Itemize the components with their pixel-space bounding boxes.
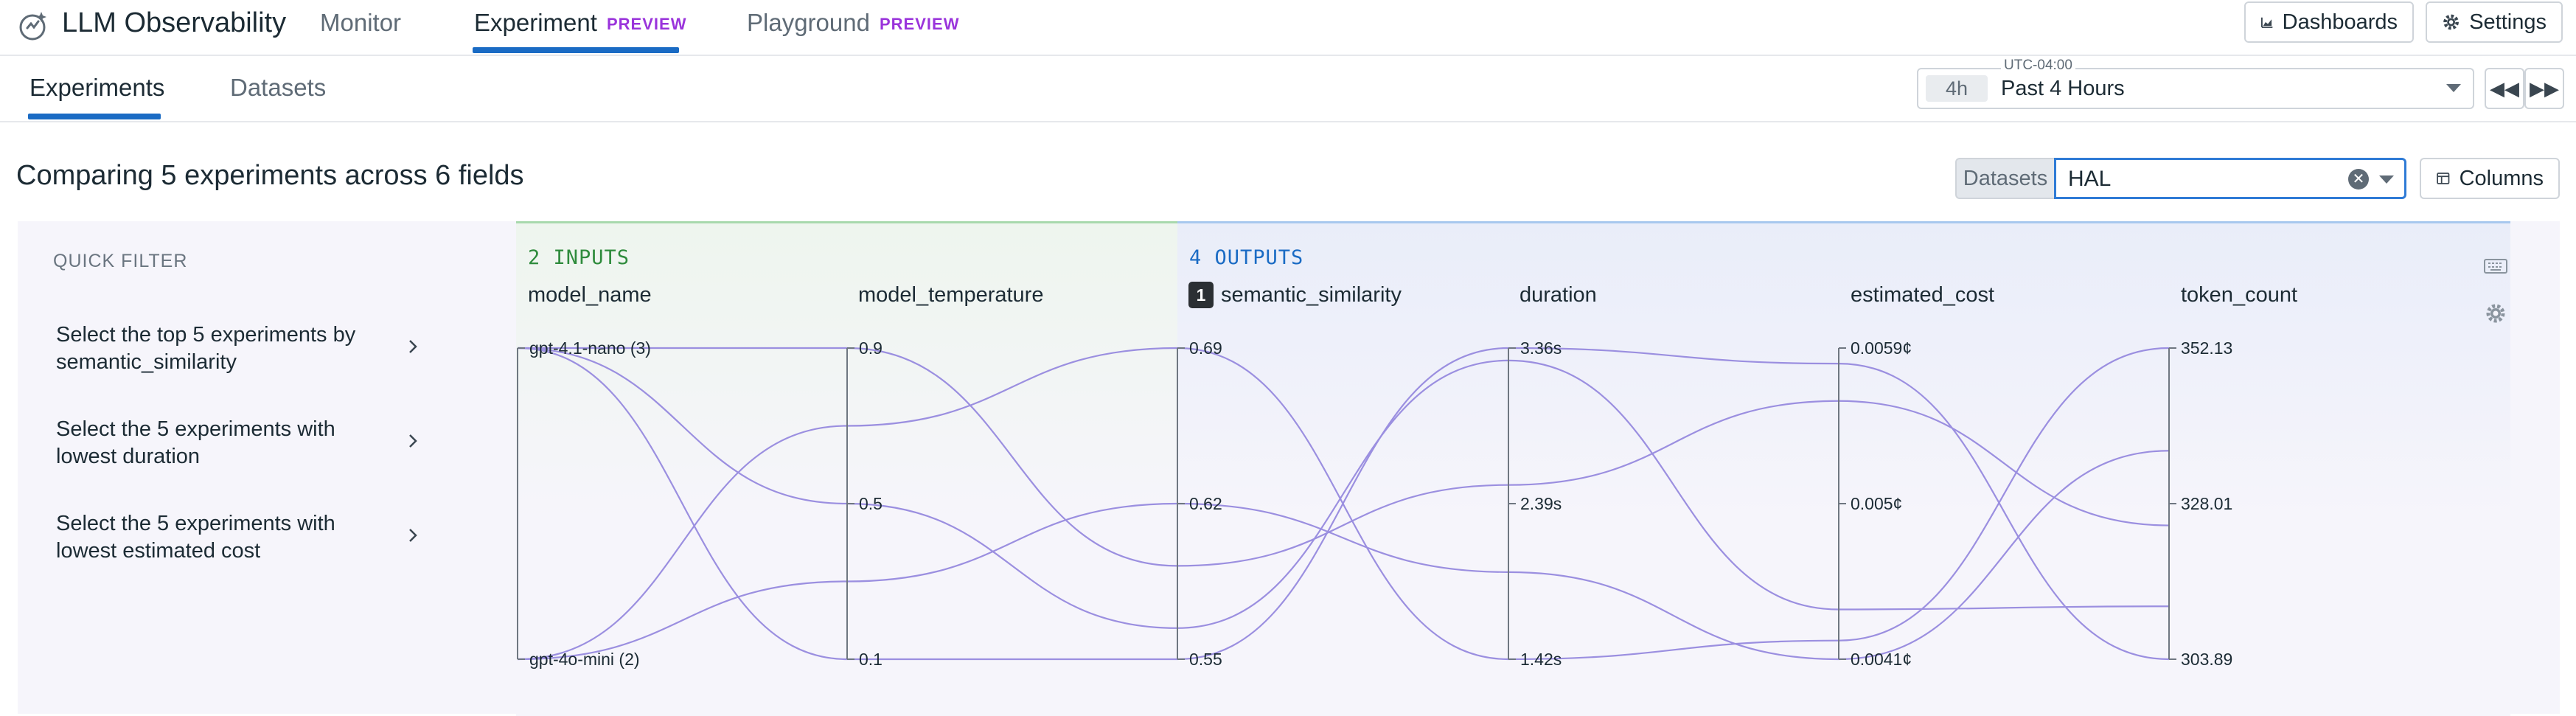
axis-tick-label: 2.39s	[1520, 494, 1562, 513]
axis-tick-label: 0.1	[859, 650, 883, 669]
experiment-line[interactable]	[518, 347, 2170, 567]
axis-tick-label: 0.69	[1189, 338, 1222, 358]
axis-tick-label: 0.55	[1189, 650, 1222, 669]
experiment-line[interactable]	[517, 347, 2170, 629]
axis-tick-label: 0.005¢	[1851, 494, 1902, 513]
axis-tick-label: 352.13	[2181, 338, 2232, 358]
axis-tick-label: 0.9	[859, 338, 883, 358]
axis-tick-label: 3.36s	[1520, 338, 1562, 358]
axis-tick-label: 0.62	[1189, 494, 1222, 513]
axis-tick-label: 303.89	[2181, 650, 2232, 669]
axis-tick-label: 328.01	[2181, 494, 2232, 513]
axis-tick-label: 0.5	[859, 494, 883, 513]
axis-tick-label: gpt-4o-mini (2)	[529, 650, 640, 669]
axis-tick-label: 1.42s	[1520, 650, 1562, 669]
axis-tick-label: 0.0041¢	[1851, 650, 1912, 669]
axis-tick-label: 0.0059¢	[1851, 338, 1912, 358]
axis-tick-label: gpt-4.1-nano (3)	[529, 338, 651, 358]
parallel-coordinates-chart: gpt-4.1-nano (3) gpt-4o-mini (2) 0.9 0.5 0.1…	[517, 338, 2232, 669]
experiment-line[interactable]	[517, 450, 2170, 661]
